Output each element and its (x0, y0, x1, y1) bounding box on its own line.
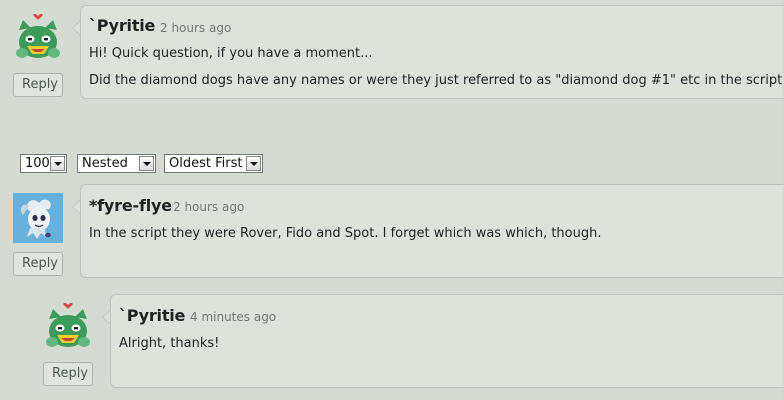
reply-button[interactable]: Reply (43, 362, 93, 386)
green-cat-avatar-icon[interactable] (43, 302, 93, 353)
reply-button[interactable]: Reply (13, 252, 63, 276)
comment-author[interactable]: `Pyritie (119, 306, 185, 325)
chevron-down-icon[interactable] (246, 156, 261, 171)
comment-text-line: Did the diamond dogs have any names or w… (89, 73, 783, 88)
blue-ghost-avatar-icon[interactable] (13, 193, 63, 243)
reply-button[interactable]: Reply (13, 73, 63, 97)
per-page-select[interactable]: 100 (20, 154, 67, 173)
comment-author[interactable]: `Pyritie (89, 16, 155, 35)
comment-author[interactable]: *fyre-flye (89, 196, 172, 215)
green-cat-avatar-icon[interactable] (13, 13, 63, 64)
sort-order-select[interactable]: Oldest First (164, 154, 263, 173)
comment-timestamp[interactable]: 4 minutes ago (190, 310, 276, 324)
per-page-value: 100 (25, 156, 50, 171)
comment-timestamp[interactable]: 2 hours ago (173, 200, 244, 214)
chevron-down-icon[interactable] (139, 156, 154, 171)
chevron-down-icon[interactable] (50, 156, 65, 171)
comment-text-line: Alright, thanks! (119, 336, 220, 351)
view-mode-select[interactable]: Nested (77, 154, 156, 173)
sort-order-value: Oldest First (169, 156, 243, 171)
comment-timestamp[interactable]: 2 hours ago (160, 21, 231, 35)
comment-text-line: In the script they were Rover, Fido and … (89, 226, 602, 241)
view-mode-value: Nested (82, 156, 128, 171)
comment-text-line: Hi! Quick question, if you have a moment… (89, 46, 373, 61)
